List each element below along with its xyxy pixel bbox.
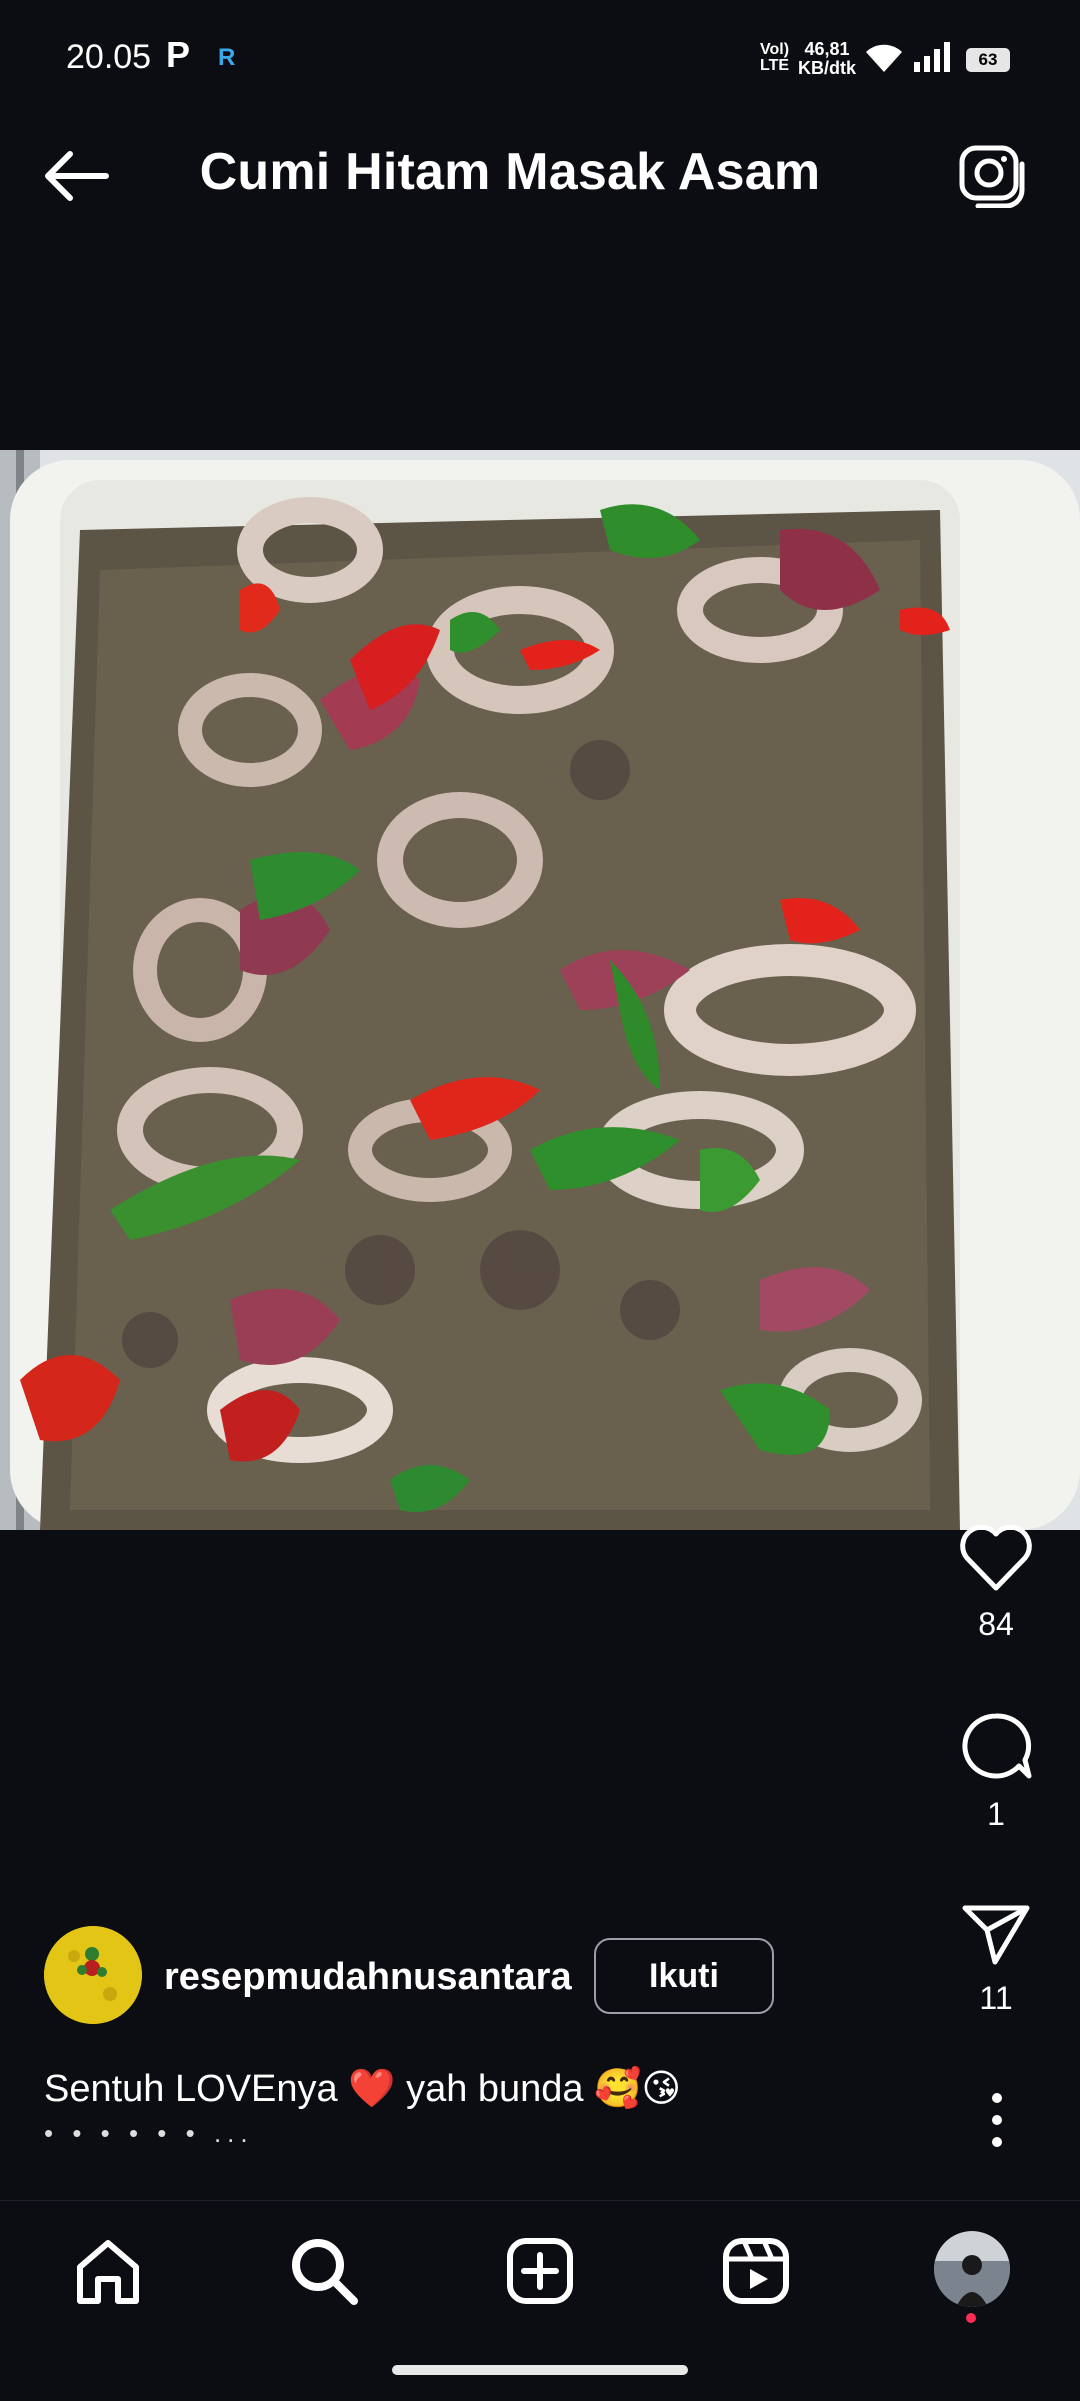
reels-icon[interactable] [716, 2231, 796, 2311]
signal-icon [914, 42, 950, 72]
follow-button[interactable]: Ikuti [594, 1938, 774, 2014]
share-count[interactable]: 11 [936, 1980, 1056, 2017]
post-image[interactable] [0, 450, 1080, 1530]
create-icon[interactable] [500, 2231, 580, 2311]
network-speed: 46,81 KB/dtk [798, 39, 856, 78]
app-notification-icon: R [218, 44, 236, 71]
profile-avatar[interactable] [934, 2231, 1010, 2307]
caption-more[interactable]: • • • • • • ... [44, 2118, 254, 2149]
home-indicator[interactable] [392, 2365, 688, 2375]
search-icon[interactable] [284, 2231, 364, 2311]
like-count[interactable]: 84 [936, 1606, 1056, 1643]
network-type: Vol) LTE [760, 41, 790, 74]
like-group: 84 [936, 1524, 1056, 1643]
comment-group: 1 [936, 1710, 1056, 1833]
share-group: 11 [936, 1900, 1056, 2017]
page-title: Cumi Hitam Masak Asam [199, 143, 821, 201]
carrier-glyph: P [166, 34, 191, 75]
status-time: 20.05 [66, 38, 152, 76]
post-caption[interactable]: Sentuh LOVEnya ❤️ yah bunda 🥰😘 [44, 2066, 681, 2111]
profile-notification-dot [966, 2313, 976, 2323]
share-icon[interactable] [959, 1900, 1033, 1966]
battery-indicator: 63 [966, 48, 1010, 72]
squid-dish-illustration [0, 450, 1080, 1530]
status-bar: 20.05 P R Vol) LTE 46,81 KB/dtk 63 [0, 0, 1080, 92]
camera-icon[interactable] [956, 138, 1026, 208]
author-avatar[interactable] [44, 1926, 142, 2024]
author-username[interactable]: resepmudahnusantara [164, 1956, 572, 1999]
bottom-nav [0, 2200, 1080, 2401]
wifi-icon [866, 44, 902, 72]
comment-count[interactable]: 1 [936, 1796, 1056, 1833]
heart-icon[interactable] [959, 1524, 1033, 1592]
more-options-icon[interactable] [984, 2090, 1010, 2150]
home-icon[interactable] [68, 2231, 148, 2311]
author-row: resepmudahnusantara Ikuti [44, 1926, 924, 2026]
top-bar: Cumi Hitam Masak Asam [0, 92, 1080, 252]
comment-icon[interactable] [959, 1710, 1033, 1782]
